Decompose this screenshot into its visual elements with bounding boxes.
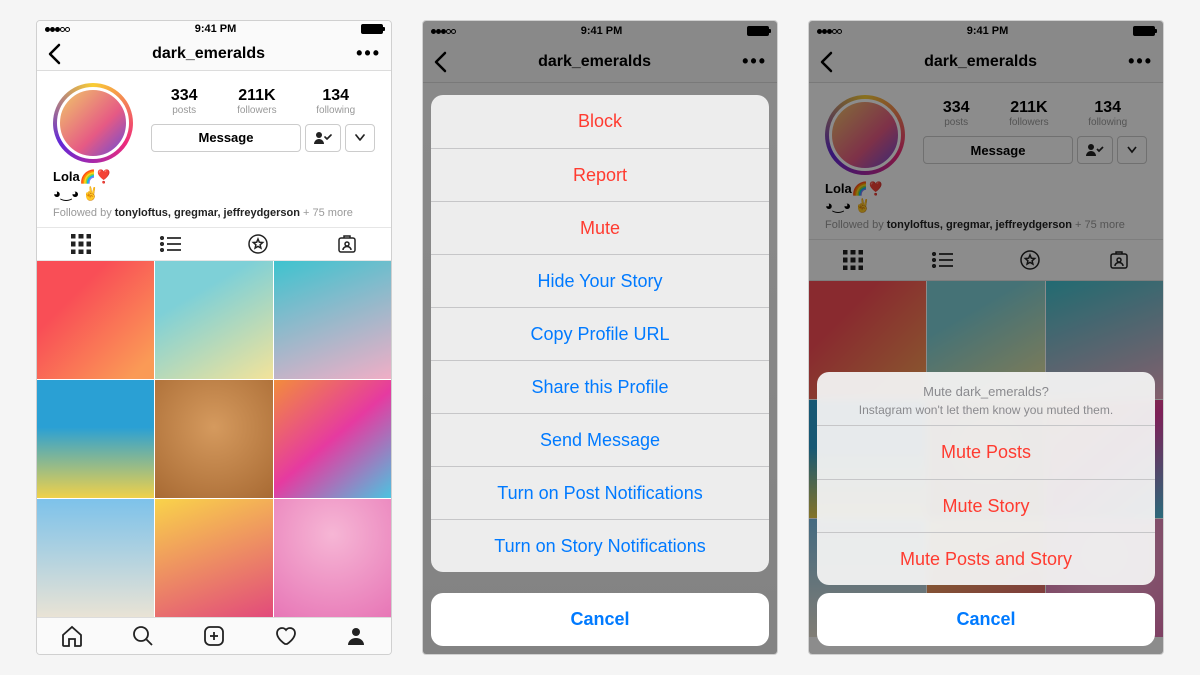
nav-add-icon[interactable]	[202, 624, 226, 648]
mute-sheet-header: Mute dark_emeralds? Instagram won't let …	[817, 372, 1155, 426]
bio-line2: ◕‿◕ ✌️	[53, 186, 375, 203]
post-thumbnail[interactable]	[274, 499, 391, 617]
tab-saved[interactable]	[214, 228, 303, 260]
message-button[interactable]: Message	[151, 124, 301, 152]
phone-profile: 9:41 PM dark_emeralds ••• 334 posts 211K…	[36, 20, 392, 655]
post-thumbnail[interactable]	[155, 380, 272, 498]
battery-icon	[361, 24, 383, 34]
mute-sheet-cancel[interactable]: Cancel	[817, 593, 1155, 646]
mute-sheet-item[interactable]: Mute Posts	[817, 426, 1155, 479]
mute-sheet-title: Mute dark_emeralds?	[841, 384, 1131, 399]
action-sheet-item[interactable]: Mute	[431, 201, 769, 254]
nav-search-icon[interactable]	[131, 624, 155, 648]
avatar[interactable]	[57, 87, 129, 159]
tab-grid[interactable]	[37, 228, 126, 260]
mute-sheet-item[interactable]: Mute Story	[817, 479, 1155, 532]
bio-name: Lola🌈❣️	[53, 169, 375, 186]
status-time: 9:41 PM	[195, 23, 237, 35]
post-thumbnail[interactable]	[155, 261, 272, 379]
mute-action-sheet: Mute dark_emeralds? Instagram won't let …	[817, 372, 1155, 646]
back-button[interactable]	[47, 43, 61, 65]
more-options-button[interactable]: •••	[356, 43, 381, 64]
action-sheet-item[interactable]: Copy Profile URL	[431, 307, 769, 360]
status-bar: 9:41 PM	[37, 21, 391, 37]
mute-sheet-subtitle: Instagram won't let them know you muted …	[841, 403, 1131, 417]
story-ring[interactable]	[53, 83, 133, 163]
profile-header: 334 posts 211K followers 134 following M…	[37, 71, 391, 169]
post-thumbnail[interactable]	[37, 380, 154, 498]
stat-followers[interactable]: 211K followers	[237, 87, 276, 116]
phone-mute-sheet: 9:41 PM dark_emeralds ••• 334posts 211Kf…	[808, 20, 1164, 655]
mute-sheet-item[interactable]: Mute Posts and Story	[817, 532, 1155, 585]
bio-section: Lola🌈❣️ ◕‿◕ ✌️ Followed by tonyloftus, g…	[37, 169, 391, 227]
action-sheet-item[interactable]: Share this Profile	[431, 360, 769, 413]
stat-following[interactable]: 134 following	[316, 87, 355, 116]
action-sheet-item[interactable]: Block	[431, 95, 769, 148]
post-grid	[37, 261, 391, 617]
post-thumbnail[interactable]	[37, 499, 154, 617]
action-sheet-item[interactable]: Hide Your Story	[431, 254, 769, 307]
bottom-nav	[37, 617, 391, 654]
followed-by[interactable]: Followed by tonyloftus, gregmar, jeffrey…	[53, 207, 375, 219]
nav-home-icon[interactable]	[60, 624, 84, 648]
action-sheet-item[interactable]: Turn on Post Notifications	[431, 466, 769, 519]
post-thumbnail[interactable]	[155, 499, 272, 617]
nav-activity-icon[interactable]	[273, 624, 297, 648]
action-sheet-cancel[interactable]: Cancel	[431, 593, 769, 646]
post-thumbnail[interactable]	[274, 261, 391, 379]
nav-profile-icon[interactable]	[344, 624, 368, 648]
phone-action-sheet: 9:41 PM dark_emeralds ••• BlockReportMut…	[422, 20, 778, 655]
post-thumbnail[interactable]	[274, 380, 391, 498]
suggested-dropdown-button[interactable]	[345, 124, 375, 152]
tab-tagged[interactable]	[303, 228, 392, 260]
action-sheet-item[interactable]: Send Message	[431, 413, 769, 466]
action-sheet-item[interactable]: Turn on Story Notifications	[431, 519, 769, 572]
action-sheet-item[interactable]: Report	[431, 148, 769, 201]
signal-dots-icon	[45, 23, 70, 35]
tab-list[interactable]	[126, 228, 215, 260]
nav-bar: dark_emeralds •••	[37, 37, 391, 71]
follow-status-button[interactable]	[305, 124, 341, 152]
profile-tabstrip	[37, 227, 391, 261]
action-sheet: BlockReportMuteHide Your StoryCopy Profi…	[431, 95, 769, 572]
nav-username: dark_emeralds	[152, 45, 265, 63]
stat-posts[interactable]: 334 posts	[171, 87, 198, 116]
post-thumbnail[interactable]	[37, 261, 154, 379]
